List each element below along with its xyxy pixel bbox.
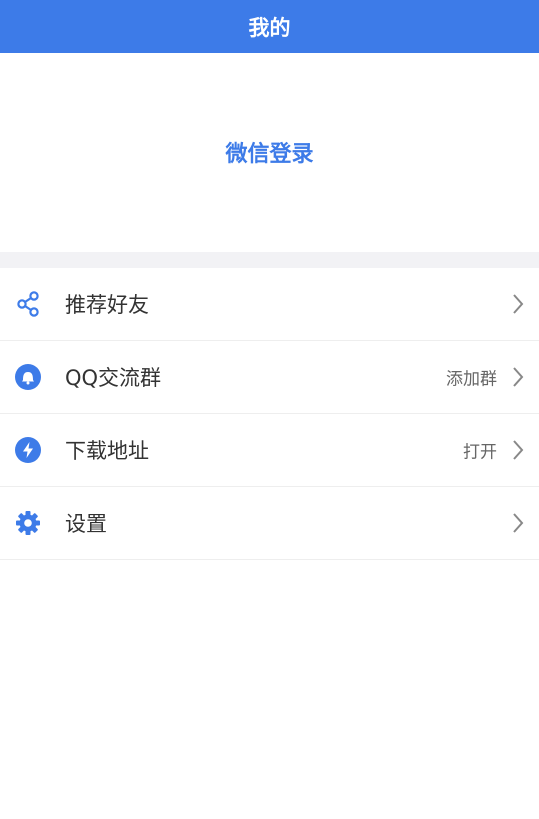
menu-item-qq-group[interactable]: QQ交流群 添加群: [0, 341, 539, 414]
wechat-login-button[interactable]: 微信登录: [225, 136, 313, 170]
page-title: 我的: [248, 15, 291, 40]
gear-icon: [14, 509, 42, 537]
login-section: 微信登录: [0, 53, 539, 252]
menu-item-action-text: 打开: [463, 442, 497, 463]
chevron-right-icon: [511, 512, 525, 534]
chevron-right-icon: [511, 293, 525, 315]
share-icon: [14, 290, 42, 318]
menu-list: 推荐好友 QQ交流群 添加群 下载地址 打开 设置: [0, 268, 539, 560]
menu-item-recommend-friends[interactable]: 推荐好友: [0, 268, 539, 341]
section-divider: [0, 252, 539, 268]
menu-item-label: 推荐好友: [65, 293, 149, 317]
menu-item-download-address[interactable]: 下载地址 打开: [0, 414, 539, 487]
menu-item-settings[interactable]: 设置: [0, 487, 539, 560]
chevron-right-icon: [511, 439, 525, 461]
menu-item-action-text: 添加群: [446, 369, 497, 390]
menu-item-label: 下载地址: [65, 439, 149, 463]
menu-item-label: QQ交流群: [65, 366, 162, 390]
top-bar: 我的: [0, 0, 539, 53]
qq-bell-icon: [14, 363, 42, 391]
menu-item-label: 设置: [65, 512, 107, 536]
lightning-icon: [14, 436, 42, 464]
chevron-right-icon: [511, 366, 525, 388]
